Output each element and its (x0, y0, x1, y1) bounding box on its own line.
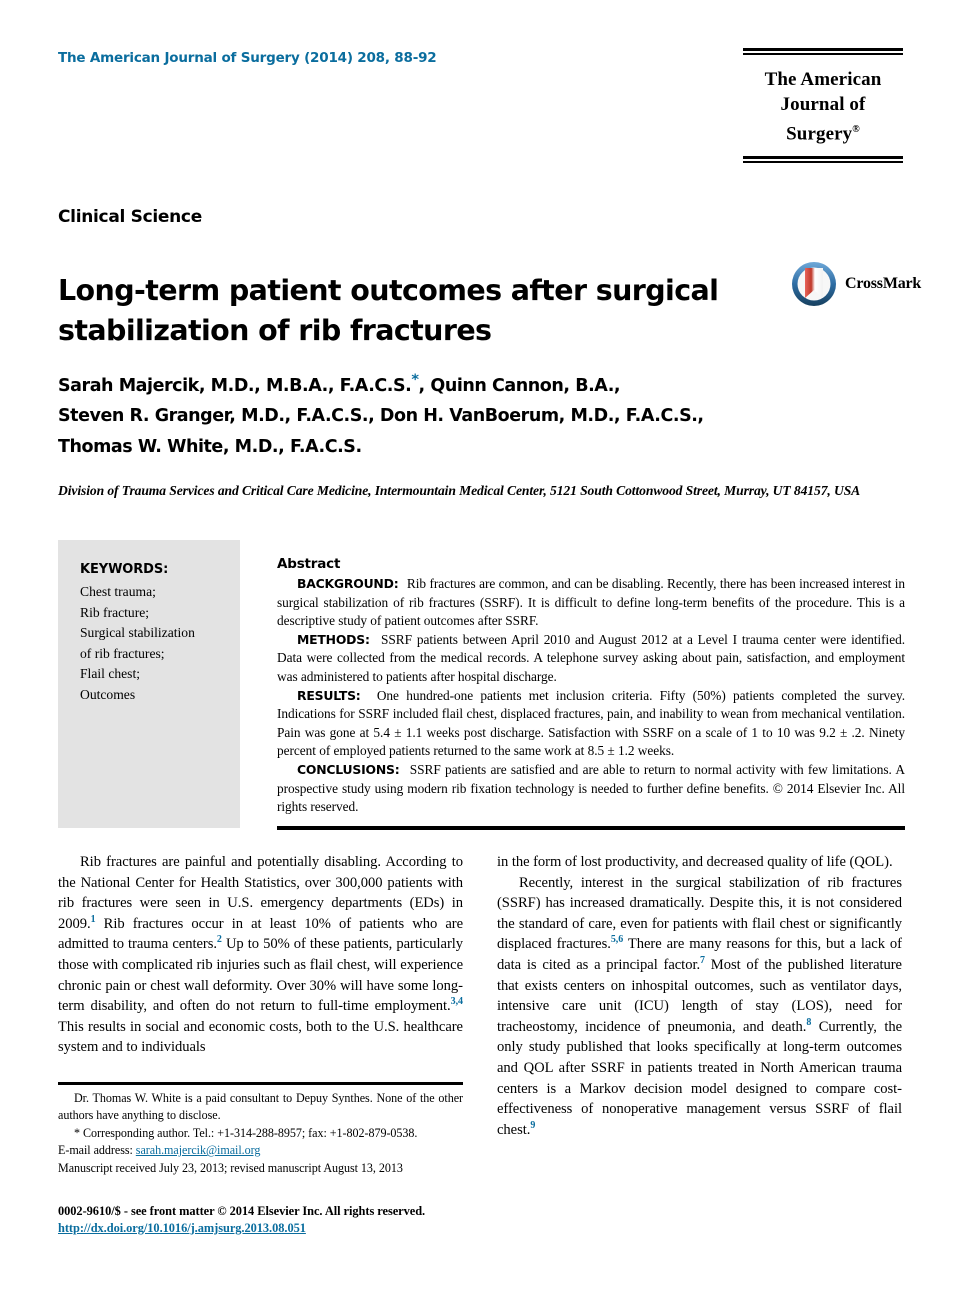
body-text: Currently, the only study published that… (497, 1018, 902, 1138)
abstract-paragraph: RESULTS: One hundred-one patients met inc… (277, 687, 905, 761)
abstract-heading-results: RESULTS: (297, 687, 361, 703)
keyword-item: Surgical stabilization (80, 625, 195, 640)
body-column-left: Rib fractures are painful and potentiall… (58, 852, 463, 1058)
crossmark-label: CrossMark (845, 275, 922, 292)
corresponding-author-marker[interactable]: * (411, 371, 419, 388)
logo-line-2: Journal of Surgery® (743, 92, 903, 146)
crossmark-badge[interactable]: CrossMark (790, 258, 921, 310)
abstract-paragraph: CONCLUSIONS: SSRF patients are satisfied … (277, 761, 905, 817)
keyword-item: Rib fracture; (80, 604, 150, 620)
logo-rule-top (743, 48, 903, 55)
footnote-corresponding-author: * Corresponding author. Tel.: +1-314-288… (74, 1125, 418, 1140)
author-line-1-b: , Quinn Cannon, B.A., (418, 375, 621, 396)
affiliation: Division of Trauma Services and Critical… (58, 483, 861, 498)
abstract-heading-methods: METHODS: (297, 631, 370, 647)
keywords-title: KEYWORDS: (80, 562, 169, 577)
page-header: The American Journal of Surgery (2014) 2… (58, 48, 903, 168)
doi-link[interactable]: http://dx.doi.org/10.1016/j.amjsurg.2013… (58, 1220, 528, 1237)
footnote-manuscript-dates: Manuscript received July 23, 2013; revis… (58, 1160, 403, 1175)
page-title: Long-term patient outcomes after surgica… (58, 274, 719, 348)
journal-reference: The American Journal of Surgery (2014) 2… (58, 50, 437, 66)
body-text: This results in social and economic cost… (58, 1018, 463, 1056)
abstract-divider (277, 826, 905, 830)
footnotes-section: Dr. Thomas W. White is a paid consultant… (58, 1090, 463, 1177)
keyword-item: Outcomes (80, 686, 136, 702)
abstract-heading-background: BACKGROUND: (297, 576, 399, 591)
logo-line-1: The American (764, 69, 882, 90)
journal-logo: The American Journal of Surgery® (743, 48, 903, 164)
author-line-1-a: Sarah Majercik, M.D., M.B.A., F.A.C.S. (58, 375, 412, 396)
footnote-divider (58, 1082, 463, 1085)
crossmark-icon (790, 260, 838, 308)
body-column-right: in the form of lost productivity, and de… (497, 852, 902, 1140)
logo-line-2-text: Journal of Surgery (780, 94, 866, 145)
abstract-paragraph: METHODS: SSRF patients between April 2010… (277, 631, 905, 687)
body-text: in the form of lost productivity, and de… (497, 854, 893, 870)
keywords-panel: KEYWORDS: Chest trauma; Rib fracture; Su… (58, 540, 240, 828)
citation-link[interactable]: 5,6 (611, 935, 623, 946)
keyword-item: Chest trauma; (80, 584, 156, 599)
keyword-item: Flail chest; (80, 666, 141, 681)
issn-copyright-line: 0002-9610/$ - see front matter © 2014 El… (58, 1204, 426, 1218)
email-label: E-mail address: (58, 1143, 136, 1158)
registered-mark-icon: ® (852, 124, 860, 135)
abstract-section: Abstract BACKGROUND: Rib fractures are co… (277, 556, 905, 817)
body-paragraph: in the form of lost productivity, and de… (497, 852, 902, 873)
email-link[interactable]: sarah.majercik@imail.org (136, 1143, 261, 1157)
footnote-email: E-mail address: sarah.majercik@imail.org (58, 1142, 463, 1159)
author-list: Sarah Majercik, M.D., M.B.A., F.A.C.S.*,… (58, 365, 808, 462)
footnote-disclosure: Dr. Thomas W. White is a paid consultant… (58, 1091, 463, 1123)
logo-rule-bottom (743, 156, 903, 164)
section-label: Clinical Science (58, 207, 202, 227)
keyword-item: of rib fractures; (80, 645, 165, 661)
citation-link[interactable]: 3,4 (451, 996, 463, 1007)
article-page: The American Journal of Surgery (2014) 2… (0, 0, 960, 1290)
body-paragraph: Rib fractures are painful and potentiall… (58, 852, 463, 1058)
abstract-title: Abstract (277, 556, 341, 572)
body-paragraph: Recently, interest in the surgical stabi… (497, 873, 902, 1141)
author-line-3: Thomas W. White, M.D., F.A.C.S. (58, 436, 362, 457)
author-line-2: Steven R. Granger, M.D., F.A.C.S., Don H… (58, 406, 704, 427)
citation-link[interactable]: 9 (530, 1120, 535, 1131)
abstract-heading-conclusions: CONCLUSIONS: (297, 761, 400, 777)
abstract-paragraph: BACKGROUND: Rib fractures are common, and… (277, 575, 905, 631)
bottom-matter: 0002-9610/$ - see front matter © 2014 El… (58, 1203, 528, 1237)
